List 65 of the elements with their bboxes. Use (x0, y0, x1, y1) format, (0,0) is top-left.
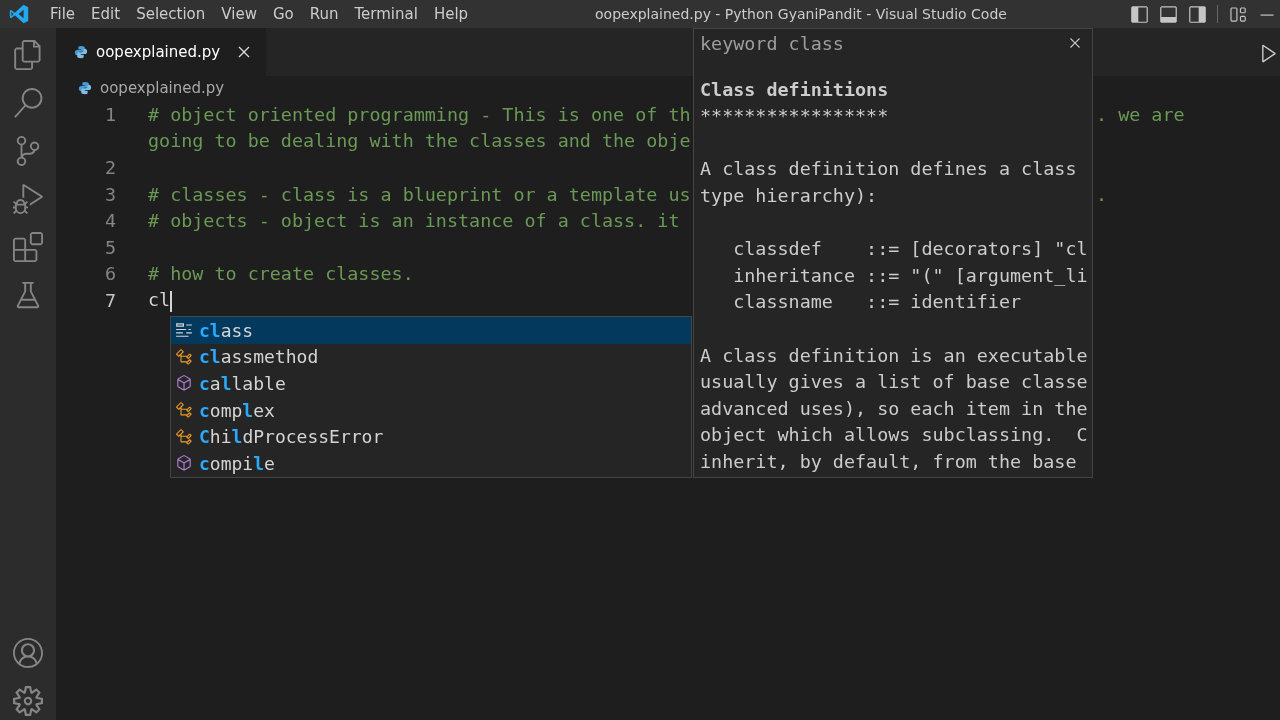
run-debug-icon[interactable] (13, 184, 43, 214)
doc-text: classdef ::= [decorators] "cl (732, 237, 1089, 262)
suggestion-item[interactable]: complex (171, 396, 691, 424)
line-number: 2 (103, 157, 116, 178)
line-number: 4 (103, 210, 116, 232)
search-icon[interactable] (13, 88, 43, 118)
doc-text: advanced uses), so each item in the (700, 396, 1089, 421)
code-text: # object oriented programming - This is one of th (148, 103, 691, 125)
doc-text: A class definition is an executable (700, 343, 1089, 368)
account-icon[interactable] (13, 638, 43, 668)
code-text: . we are (1096, 103, 1185, 125)
doc-text: classname ::= identifier (732, 290, 1023, 315)
suggestion-item[interactable]: class (171, 317, 691, 344)
python-file-icon (74, 45, 88, 59)
suggestion-item[interactable]: ChildProcessError (171, 423, 691, 450)
menu-item[interactable]: Run (301, 5, 347, 23)
line-number: 1 (103, 103, 116, 125)
settings-icon[interactable] (13, 686, 43, 716)
doc-text: object which allows subclassing. C (700, 423, 1089, 448)
sidebar-toggle-icon[interactable] (1130, 4, 1149, 24)
line-number: 7 (103, 289, 116, 311)
cube-icon (175, 374, 193, 393)
menu-item[interactable]: View (213, 5, 265, 23)
window-title: oopexplained.py - Python GyaniPandit - Visual Studio Code (595, 6, 1007, 22)
code-text: cl (148, 289, 171, 311)
line-number: 5 (103, 236, 116, 258)
line-number: 3 (103, 183, 116, 205)
code-text: going to be dealing with the classes and the obje (148, 130, 691, 152)
python-file-icon (78, 81, 92, 95)
editor-tab[interactable]: oopexplained.py (56, 28, 267, 76)
suggestion-item[interactable]: compile (171, 449, 691, 477)
code-text: . (1096, 183, 1108, 205)
extensions-icon[interactable] (13, 232, 43, 262)
suggestion-item[interactable]: classmethod (171, 343, 691, 371)
menu-item[interactable]: Terminal (346, 5, 426, 23)
doc-text: inherit, by default, from the base (700, 449, 1078, 474)
layout-icon[interactable] (1228, 4, 1247, 24)
doc-text: ***************** (700, 104, 890, 129)
menu-item[interactable]: Help (425, 5, 477, 23)
code-text: # classes - class is a blueprint or a template us (148, 183, 691, 205)
menu-item[interactable]: File (42, 5, 84, 23)
doc-text: type hierarchy): (700, 183, 879, 208)
app-logo (8, 3, 30, 25)
panel-toggle-icon[interactable] (1159, 4, 1178, 24)
tab-label: oopexplained.py (96, 43, 221, 61)
line-number: 6 (103, 263, 116, 285)
class-icon (175, 347, 193, 366)
code-text: # how to create classes. (148, 263, 414, 285)
breadcrumb-item[interactable]: oopexplained.py (100, 79, 225, 97)
doc-text: inheritance ::= "(" [argument_li (732, 263, 1089, 288)
doc-text: A class definition defines a class (700, 157, 1078, 182)
hover-title: keyword class (700, 32, 844, 54)
keyword-icon (175, 321, 193, 340)
files-icon[interactable] (13, 40, 43, 70)
code-text: # objects - object is an instance of a class. it (148, 210, 680, 232)
menu-item[interactable]: Go (264, 5, 302, 23)
suggestion-item[interactable]: callable (171, 370, 691, 397)
sidebar-toggle-icon[interactable] (1188, 4, 1207, 24)
menu-item[interactable]: Edit (83, 5, 129, 23)
doc-text: usually gives a list of base classe (700, 370, 1089, 395)
class-icon (175, 427, 193, 446)
class-icon (175, 401, 193, 420)
doc-heading: Class definitions (700, 77, 890, 102)
menu-item[interactable]: Selection (128, 5, 214, 23)
cube-icon (175, 454, 193, 473)
